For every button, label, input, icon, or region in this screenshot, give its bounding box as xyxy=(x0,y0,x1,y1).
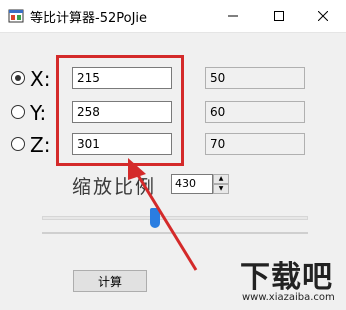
title-bar: 等比计算器-52PoJie xyxy=(0,0,346,33)
minimize-icon xyxy=(228,15,238,17)
close-button[interactable] xyxy=(300,0,346,32)
minimize-button[interactable] xyxy=(210,0,256,32)
scale-input[interactable]: 430 xyxy=(171,174,213,194)
radio-y[interactable] xyxy=(11,105,25,119)
watermark-brand: 下载吧 xyxy=(240,260,333,295)
x-result: 50 xyxy=(205,67,305,89)
close-icon xyxy=(318,11,328,21)
scale-label: 缩放比例 xyxy=(72,176,157,198)
window-title: 等比计算器-52PoJie xyxy=(30,11,148,26)
spin-up-button[interactable]: ▲ xyxy=(213,174,229,184)
radio-x[interactable] xyxy=(11,71,25,85)
app-icon xyxy=(8,9,24,23)
z-result: 70 xyxy=(205,133,305,155)
maximize-icon xyxy=(274,11,284,21)
scale-spinner[interactable]: 430 ▲ ▼ xyxy=(171,174,229,194)
scale-slider-thumb[interactable] xyxy=(150,208,160,228)
watermark-url: www.xiazaiba.com xyxy=(242,292,335,303)
y-result: 60 xyxy=(205,101,305,123)
radio-z[interactable] xyxy=(11,137,25,151)
scale-slider-track[interactable] xyxy=(42,216,308,220)
calculate-button[interactable]: 计算 xyxy=(73,270,147,292)
watermark: 下载吧 www.xiazaiba.com xyxy=(236,252,346,310)
label-y: Y: xyxy=(30,101,47,125)
slider-divider xyxy=(42,232,308,234)
maximize-button[interactable] xyxy=(256,0,302,32)
label-x: X: xyxy=(30,67,51,91)
spin-down-button[interactable]: ▼ xyxy=(213,184,229,194)
label-z: Z: xyxy=(30,133,51,157)
input-highlight-box xyxy=(56,55,184,166)
